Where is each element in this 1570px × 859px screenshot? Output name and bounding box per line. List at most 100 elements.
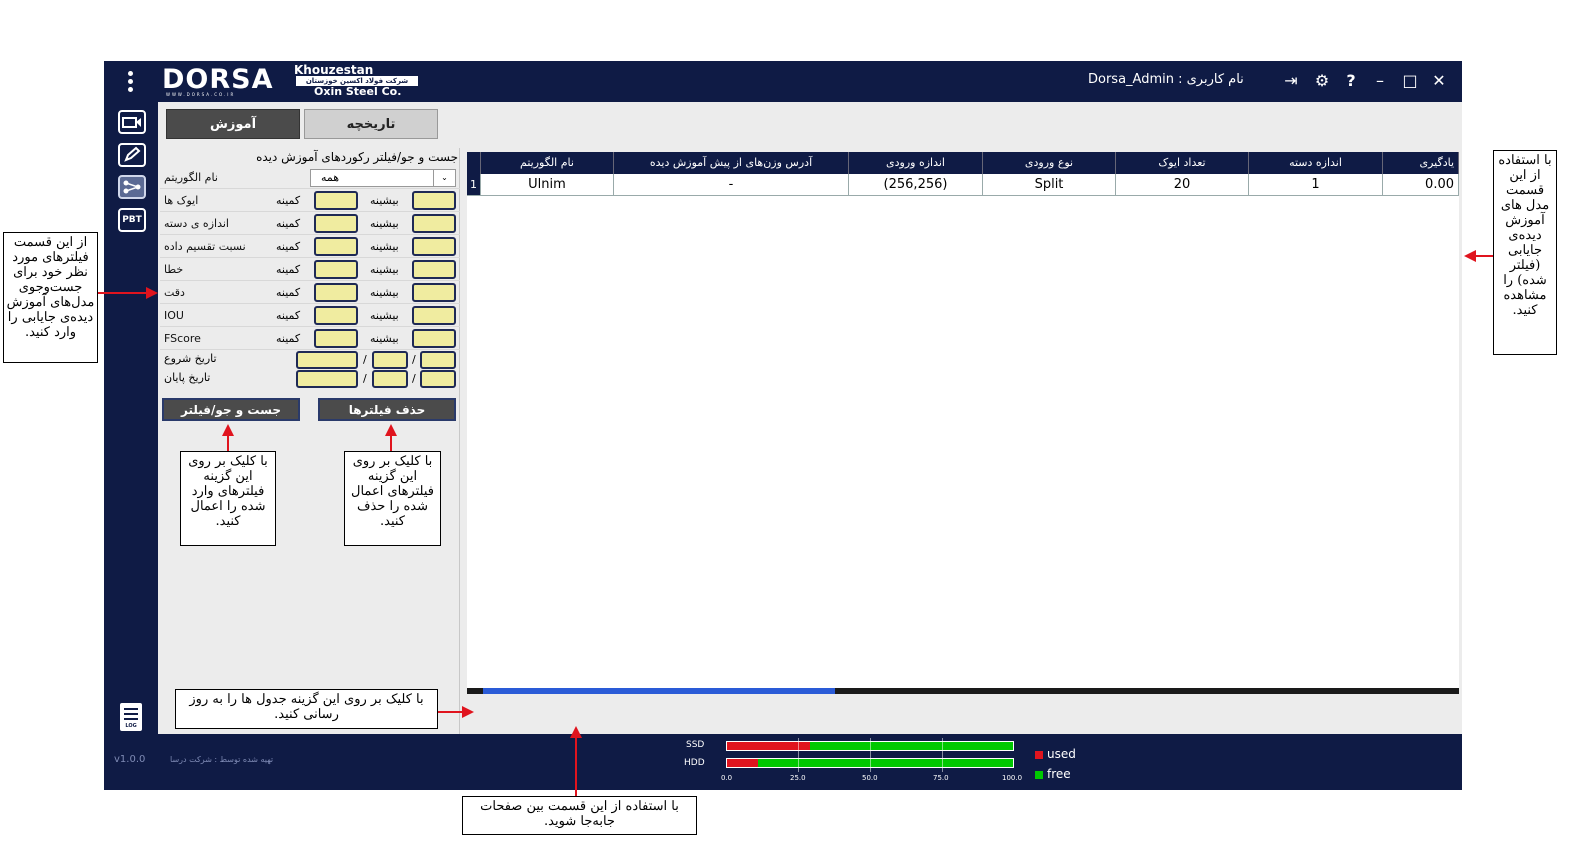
minimize-icon[interactable]: – — [1370, 71, 1390, 90]
iou-min-input[interactable] — [314, 306, 358, 325]
annotation-remove: با کلیک بر روی این گزینه فیلترهای اعمال … — [344, 451, 441, 546]
max-label: بیشینه — [370, 332, 399, 345]
table-cell[interactable]: Split — [983, 174, 1116, 196]
batch-min-input[interactable] — [314, 214, 358, 233]
arrow-line — [1476, 255, 1493, 257]
column-header[interactable]: اندازه دسته — [1249, 152, 1383, 174]
close-icon[interactable]: ✕ — [1429, 71, 1449, 90]
dorsa-logo-url: WWW.DORSA.CO.IR — [166, 92, 236, 97]
date-separator: / — [412, 372, 416, 385]
annotation-apply: با کلیک بر روی این گزینه فیلترهای وارد ش… — [180, 451, 276, 546]
help-icon[interactable]: ? — [1341, 71, 1361, 90]
column-header[interactable]: یادگیری — [1383, 152, 1459, 174]
iou-max-input[interactable] — [412, 306, 456, 325]
clear-filters-button[interactable]: حذف فیلترها — [318, 398, 456, 421]
title-bar: DORSA WWW.DORSA.CO.IR Khouzestan شرکت فو… — [104, 61, 1462, 102]
filter-panel: جست و جو/فیلتر رکوردهای آموزش دیده نام ا… — [160, 148, 460, 734]
credit-label: تهیه شده توسط : شرکت درسا — [170, 755, 274, 764]
company-logo-top: Khouzestan — [294, 63, 374, 77]
maximize-icon[interactable]: □ — [1400, 71, 1420, 90]
column-header[interactable]: نام الگوریتم — [481, 152, 614, 174]
network-icon[interactable] — [118, 175, 146, 199]
end-date-year[interactable] — [296, 370, 358, 388]
filter-row-split: نسبت تقسیم داده کمینه بیشینه — [160, 236, 460, 258]
fscore-min-input[interactable] — [314, 329, 358, 348]
annotation-results-view: با استفاده از این قسمت مدل های آموزش دید… — [1493, 150, 1557, 355]
ssd-label: SSD — [686, 740, 705, 750]
start-date-month[interactable] — [372, 351, 408, 369]
log-label: LOG — [125, 723, 137, 729]
min-label: کمینه — [276, 332, 301, 345]
settings-icon[interactable]: ⚙ — [1312, 71, 1332, 90]
column-header[interactable]: آدرس وزن‌های از پیش آموزش دیده — [614, 152, 849, 174]
start-date-label: تاریخ شروع — [164, 352, 217, 365]
camera-icon[interactable] — [118, 110, 146, 134]
epochs-min-input[interactable] — [314, 191, 358, 210]
end-date-month[interactable] — [372, 370, 408, 388]
algorithm-label: نام الگوریتم — [164, 171, 218, 184]
menu-dots-icon[interactable] — [126, 71, 134, 93]
arrow-line — [438, 711, 464, 713]
arrow-line — [390, 436, 392, 451]
max-label: بیشینه — [370, 194, 399, 207]
split-min-input[interactable] — [314, 237, 358, 256]
start-date-day[interactable] — [420, 351, 456, 369]
arrow-head — [462, 706, 474, 718]
fscore-label: FScore — [164, 332, 201, 345]
split-max-input[interactable] — [412, 237, 456, 256]
start-date-year[interactable] — [296, 351, 358, 369]
table-cell[interactable]: 20 — [1116, 174, 1249, 196]
accuracy-min-input[interactable] — [314, 283, 358, 302]
edit-icon[interactable] — [118, 143, 146, 167]
tab-training[interactable]: آموزش — [166, 109, 300, 139]
table-cell[interactable]: 0.00 — [1383, 174, 1459, 196]
filter-row-epochs: ایوک ها کمینه بیشینه — [160, 190, 460, 212]
column-header[interactable]: تعداد ایوک — [1116, 152, 1249, 174]
iou-label: IOU — [164, 309, 184, 322]
algorithm-select[interactable]: همه ⌄ — [310, 169, 456, 187]
min-label: کمینه — [276, 309, 301, 322]
arrow-head — [570, 726, 582, 738]
end-date-day[interactable] — [420, 370, 456, 388]
table-cell[interactable]: (256,256) — [849, 174, 983, 196]
table-cell[interactable]: Ulnim — [481, 174, 614, 196]
legend-used-swatch — [1035, 751, 1043, 759]
axis-tick: 25.0 — [790, 774, 806, 782]
tab-history[interactable]: تاریخچه — [304, 109, 438, 139]
user-label: نام کاربری : Dorsa_Admin — [1088, 72, 1244, 87]
filter-row-loss: خطا کمینه بیشینه — [160, 259, 460, 281]
batch-max-input[interactable] — [412, 214, 456, 233]
scrollbar-thumb[interactable] — [483, 688, 835, 694]
app-window: DORSA WWW.DORSA.CO.IR Khouzestan شرکت فو… — [104, 61, 1462, 790]
loss-max-input[interactable] — [412, 260, 456, 279]
main-content: آموزش تاریخچه جست و جو/فیلتر رکوردهای آم… — [158, 102, 1462, 785]
table-cell[interactable]: 1 — [1249, 174, 1383, 196]
min-label: کمینه — [276, 286, 301, 299]
horizontal-scrollbar[interactable] — [467, 688, 1459, 694]
max-label: بیشینه — [370, 309, 399, 322]
arrow-line — [575, 738, 577, 796]
search-filter-button[interactable]: جست و جو/فیلتر — [162, 398, 300, 421]
legend-free-label: free — [1047, 767, 1071, 781]
column-header[interactable]: اندازه ورودی — [849, 152, 983, 174]
log-file-icon[interactable]: LOG — [120, 703, 142, 731]
date-separator: / — [412, 353, 416, 366]
arrow-line — [227, 436, 229, 451]
pbt-icon[interactable]: PBT — [118, 208, 146, 232]
arrow-head — [146, 287, 158, 299]
min-label: کمینه — [276, 217, 301, 230]
fscore-max-input[interactable] — [412, 329, 456, 348]
min-label: کمینه — [276, 240, 301, 253]
annotation-filters: از این قسمت فیلترهای مورد نظر خود برای ج… — [3, 232, 98, 363]
epochs-max-input[interactable] — [412, 191, 456, 210]
row-index: 1 — [467, 174, 481, 196]
accuracy-max-input[interactable] — [412, 283, 456, 302]
table-cell[interactable]: - — [614, 174, 849, 196]
chevron-down-icon[interactable]: ⌄ — [433, 170, 455, 186]
algorithm-value: همه — [321, 171, 340, 184]
loss-min-input[interactable] — [314, 260, 358, 279]
logout-icon[interactable]: ⇥ — [1281, 71, 1301, 90]
date-separator: / — [363, 353, 367, 366]
column-header[interactable]: نوع ورودی — [983, 152, 1116, 174]
hdd-label: HDD — [684, 758, 705, 768]
